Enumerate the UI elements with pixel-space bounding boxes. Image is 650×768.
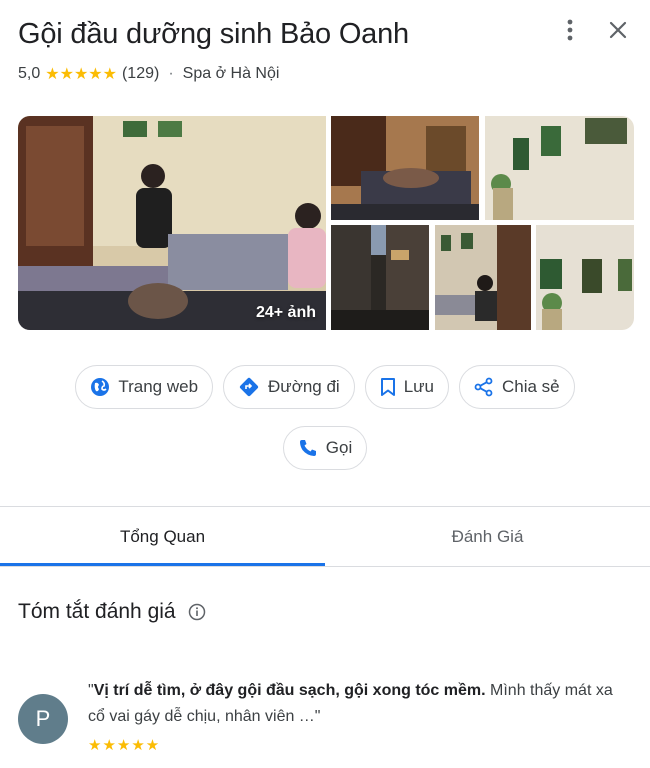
avatar: P <box>18 694 68 744</box>
call-button[interactable]: Gọi <box>282 426 368 470</box>
globe-icon <box>91 378 110 396</box>
rating-line: 5,0 ★★★★★ (129) · Spa ở Hà Nội <box>18 64 279 84</box>
save-button[interactable]: Lưu <box>364 365 449 409</box>
directions-label: Đường đi <box>268 377 340 396</box>
share-button[interactable]: Chia sẻ <box>459 365 575 409</box>
tab-divider <box>0 566 650 567</box>
action-buttons-row-2: Gọi <box>0 426 650 470</box>
place-title: Gội đầu dưỡng sinh Bảo Oanh <box>18 18 409 50</box>
close-icon[interactable] <box>606 18 630 42</box>
photo-gallery: 24+ ảnh <box>18 116 634 330</box>
divider <box>0 506 650 507</box>
review-highlight: Vị trí dễ tìm, ở đây gội đầu sạch, gội x… <box>93 682 486 699</box>
tab-overview-label: Tổng Quan <box>119 527 206 546</box>
directions-button[interactable]: Đường đi <box>223 365 355 409</box>
separator-dot: · <box>168 65 174 82</box>
tab-reviews-label: Đánh Giá <box>451 527 524 546</box>
review-text: "Vị trí dễ tìm, ở đây gội đầu sạch, gội … <box>88 678 628 730</box>
action-buttons: Trang web Đường đi Lưu Chia sẻ <box>0 365 650 409</box>
photo-thumbnail[interactable] <box>435 225 531 330</box>
rating-value: 5,0 <box>18 65 41 82</box>
call-label: Gọi <box>325 438 353 457</box>
share-label: Chia sẻ <box>502 377 560 396</box>
directions-icon <box>239 377 259 397</box>
review-count[interactable]: (129) <box>122 65 159 83</box>
place-category: Spa ở Hà Nội <box>182 65 280 82</box>
main-photo[interactable]: 24+ ảnh <box>18 116 326 330</box>
photo-thumbnail[interactable] <box>331 225 429 330</box>
rating-stars: ★★★★★ <box>45 66 117 83</box>
place-header: Gội đầu dưỡng sinh Bảo Oanh <box>18 18 630 51</box>
tab-bar: Tổng Quan Đánh Giá <box>0 508 650 566</box>
photo-thumbnail[interactable] <box>331 116 479 220</box>
photo-thumbnail[interactable] <box>485 116 634 220</box>
share-icon <box>474 377 493 397</box>
tab-reviews[interactable]: Đánh Giá <box>325 508 650 566</box>
review-stars: ★★★★★ <box>88 737 161 754</box>
website-button[interactable]: Trang web <box>75 365 214 409</box>
photo-thumbnail[interactable] <box>536 225 634 330</box>
review-summary-title: Tóm tắt đánh giá <box>18 600 176 623</box>
info-icon[interactable] <box>188 603 206 621</box>
website-label: Trang web <box>118 377 199 396</box>
photo-count-badge: 24+ ảnh <box>255 304 316 321</box>
phone-icon <box>299 440 316 456</box>
tab-overview[interactable]: Tổng Quan <box>0 508 325 566</box>
header-actions <box>558 18 630 42</box>
bookmark-icon <box>380 378 395 396</box>
more-vert-icon[interactable] <box>558 18 582 42</box>
save-label: Lưu <box>403 377 434 396</box>
review-summary-heading: Tóm tắt đánh giá <box>18 600 206 624</box>
